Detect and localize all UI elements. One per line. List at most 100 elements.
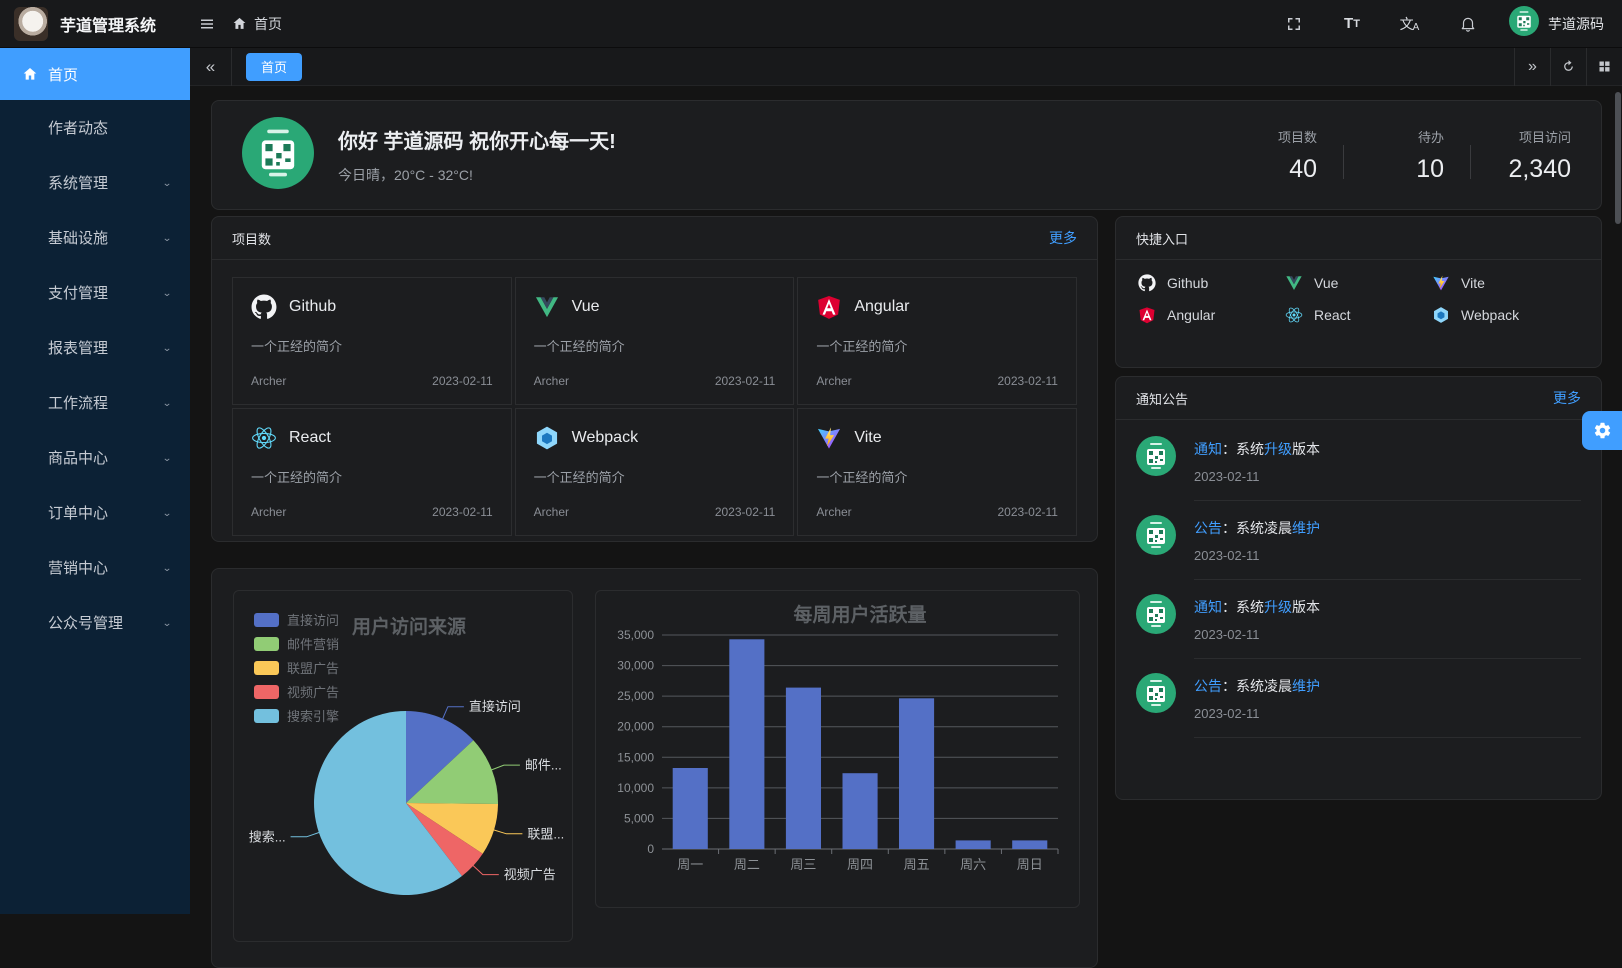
quick-entry-label: Vue [1314,275,1338,291]
scrollbar-thumb[interactable] [1615,92,1621,224]
sidebar-item-label: 支付管理 [48,282,108,303]
sidebar-item-label: 工作流程 [48,392,108,413]
quick-entry-github[interactable]: Github [1138,274,1285,292]
vue-icon [534,294,560,320]
layout-grid-icon[interactable] [1586,48,1622,86]
stat-projects: 项目数 40 [1243,127,1317,184]
refresh-icon[interactable] [1550,48,1586,86]
bar-周三 [786,688,821,849]
quick-entry-react[interactable]: React [1285,306,1432,324]
sidebar-item-label: 作者动态 [48,117,108,138]
svg-text:10,000: 10,000 [617,781,654,795]
notice-item-4[interactable]: 公告：系统凌晨维护2023-02-11 [1136,659,1581,738]
svg-text:周六: 周六 [960,857,986,872]
tabs-scroll-left-icon[interactable]: « [190,48,232,86]
project-name: Vue [572,298,600,316]
top-navbar: 芋道管理系统 首页 TT 文A 芋道源码 [0,0,1622,48]
project-name: Angular [854,298,909,316]
notice-item-3[interactable]: 通知：系统升级版本2023-02-11 [1136,580,1581,659]
svg-text:20,000: 20,000 [617,720,654,734]
language-icon[interactable]: 文A [1393,7,1427,41]
svg-text:30,000: 30,000 [617,659,654,673]
project-author: Archer [534,374,569,388]
project-author: Archer [816,505,851,519]
project-date: 2023-02-11 [432,505,493,519]
webpack-icon [534,425,560,451]
quick-title: 快捷入口 [1136,229,1188,248]
sidebar-item-5[interactable]: 报表管理⌄ [0,320,190,375]
sidebar-item-label: 营销中心 [48,557,108,578]
quick-entry-card: 快捷入口 Github Vue Vite Angular React Webpack [1115,216,1602,368]
quick-entry-vue[interactable]: Vue [1285,274,1432,292]
settings-gear-button[interactable] [1582,411,1622,450]
svg-text:周日: 周日 [1017,857,1043,872]
font-size-icon[interactable]: TT [1335,7,1369,41]
pie-legend-item[interactable]: 搜索引擎 [254,709,339,724]
home-icon [232,16,247,31]
logo[interactable]: 芋道管理系统 [0,7,190,41]
greeting-card: 你好 芋道源码 祝你开心每一天! 今日晴，20°C - 32°C! 项目数 40… [211,100,1602,210]
qr-avatar [242,117,314,189]
tabs-scroll-right-icon[interactable]: » [1514,48,1550,86]
sidebar-item-7[interactable]: 商品中心⌄ [0,430,190,485]
tab-home[interactable]: 首页 [246,53,302,81]
quick-entry-webpack[interactable]: Webpack [1432,306,1579,324]
pie-legend-item[interactable]: 邮件营销 [254,637,339,652]
pie-legend-item[interactable]: 直接访问 [254,613,339,628]
project-name: Github [289,298,336,316]
sidebar-collapse-icon[interactable] [190,7,224,41]
notice-item-2[interactable]: 公告：系统凌晨维护2023-02-11 [1136,501,1581,580]
project-tile-vite[interactable]: Vite一个正经的简介Archer2023-02-11 [797,408,1077,536]
quick-entry-vite[interactable]: Vite [1432,274,1579,292]
sidebar-item-6[interactable]: 工作流程⌄ [0,375,190,430]
user-menu[interactable]: 芋道源码 [1509,6,1604,41]
sidebar-item-4[interactable]: 支付管理⌄ [0,265,190,320]
notice-item-1[interactable]: 通知：系统升级版本2023-02-11 [1136,422,1581,501]
notice-date: 2023-02-11 [1194,627,1581,642]
projects-card: 项目数 更多 Github一个正经的简介Archer2023-02-11Vue一… [211,216,1098,542]
notice-title: 通知公告 [1136,389,1188,408]
project-tile-github[interactable]: Github一个正经的简介Archer2023-02-11 [232,277,512,405]
svg-text:周二: 周二 [734,857,760,872]
bar-周四 [843,773,878,849]
project-tile-vue[interactable]: Vue一个正经的简介Archer2023-02-11 [515,277,795,405]
bar-周六 [956,840,991,849]
notice-title-text: 公告：系统凌晨维护 [1194,518,1581,538]
sidebar-item-10[interactable]: 公众号管理⌄ [0,595,190,650]
pie-chart-title: 用户访问来源 [352,615,466,638]
angular-icon [816,294,842,320]
quick-entry-angular[interactable]: Angular [1138,306,1285,324]
project-tile-webpack[interactable]: Webpack一个正经的简介Archer2023-02-11 [515,408,795,536]
divider [1470,145,1471,179]
project-desc: 一个正经的简介 [534,467,776,486]
project-author: Archer [251,374,286,388]
breadcrumb-label: 首页 [254,14,282,34]
qr-avatar [1136,436,1176,476]
pie-legend-item[interactable]: 联盟广告 [254,661,339,676]
sidebar-item-home[interactable]: 首页 [0,48,190,100]
quick-entry-label: React [1314,307,1351,323]
svg-text:周三: 周三 [790,857,816,872]
notification-bell-icon[interactable] [1451,7,1485,41]
sidebar-item-2[interactable]: 系统管理⌄ [0,155,190,210]
sidebar-item-3[interactable]: 基础设施⌄ [0,210,190,265]
fullscreen-icon[interactable] [1277,7,1311,41]
quick-entry-label: Github [1167,275,1208,291]
sidebar-item-9[interactable]: 营销中心⌄ [0,540,190,595]
project-tile-react[interactable]: React一个正经的简介Archer2023-02-11 [232,408,512,536]
pie-legend-item[interactable]: 视频广告 [254,685,339,700]
pie-label: 联盟... [527,826,564,841]
react-icon [1285,306,1303,324]
notice-more-link[interactable]: 更多 [1553,388,1581,408]
notice-card: 通知公告 更多 通知：系统升级版本2023-02-11公告：系统凌晨维护2023… [1115,376,1602,800]
notice-title-text: 公告：系统凌晨维护 [1194,676,1581,696]
project-date: 2023-02-11 [715,374,776,388]
sidebar-item-8[interactable]: 订单中心⌄ [0,485,190,540]
svg-text:邮件营销: 邮件营销 [287,637,339,652]
sidebar-item-1[interactable]: 作者动态 [0,100,190,155]
projects-more-link[interactable]: 更多 [1049,228,1077,248]
svg-text:35,000: 35,000 [617,628,654,642]
project-author: Archer [534,505,569,519]
breadcrumb[interactable]: 首页 [232,14,282,34]
project-tile-angular[interactable]: Angular一个正经的简介Archer2023-02-11 [797,277,1077,405]
